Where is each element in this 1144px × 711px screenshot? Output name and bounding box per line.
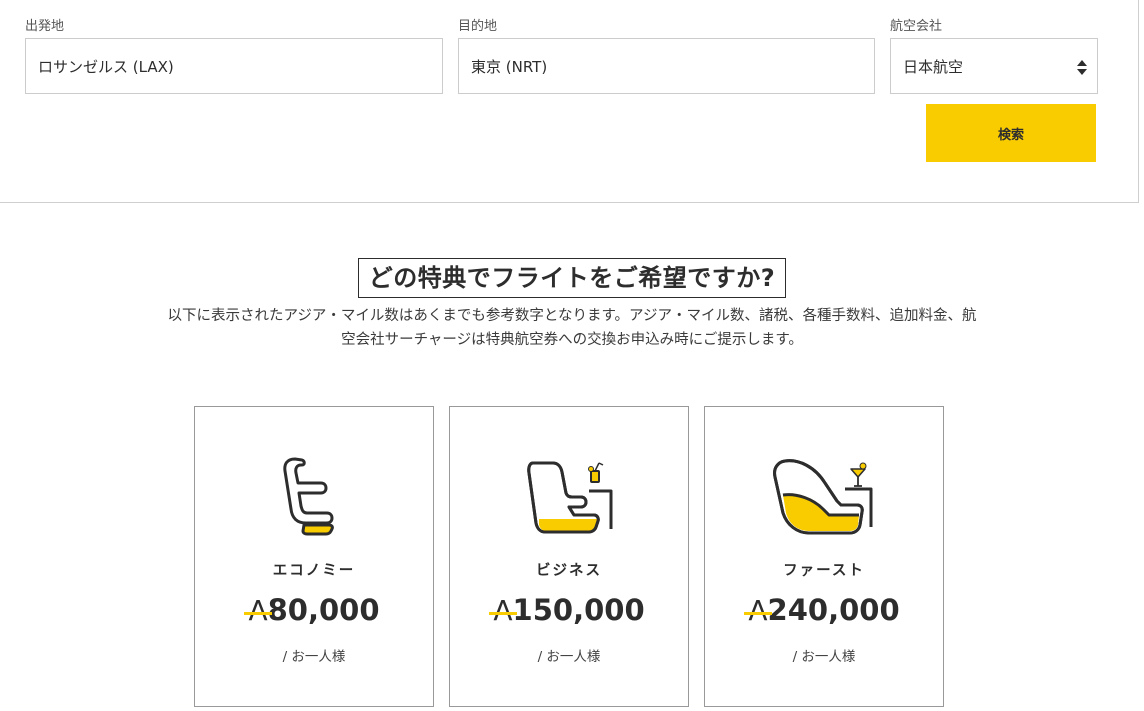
cabin-name: エコノミー xyxy=(272,563,356,579)
cabin-name: ビジネス xyxy=(536,563,602,579)
section-heading: どの特典でフライトをご希望ですか? xyxy=(357,258,787,298)
origin-input[interactable]: ロサンゼルス (LAX) xyxy=(25,38,443,94)
per-person-label: / お一人様 xyxy=(537,649,601,665)
mileage-value: 80,000 xyxy=(267,593,380,627)
search-button[interactable]: 検索 xyxy=(926,104,1096,162)
first-card[interactable]: ファースト A240,000 / お一人様 xyxy=(704,406,944,707)
destination-label: 目的地 xyxy=(458,19,498,34)
mileage-price: A80,000 xyxy=(195,593,433,627)
mileage-price: A240,000 xyxy=(705,593,943,627)
asia-miles-symbol: A xyxy=(744,594,772,627)
origin-value: ロサンゼルス (LAX) xyxy=(38,57,174,76)
economy-card[interactable]: エコノミー A80,000 / お一人様 xyxy=(194,406,434,707)
section-description: 以下に表示されたアジア・マイル数はあくまでも参考数字となります。アジア・マイル数… xyxy=(115,304,1029,352)
asia-miles-symbol: A xyxy=(244,594,272,627)
heading-wrap: どの特典でフライトをご希望ですか? xyxy=(0,258,1144,298)
description-line-2: 空会社サーチャージは特典航空券への交換お申込み時にご提示します。 xyxy=(341,332,803,348)
per-person-label: / お一人様 xyxy=(792,649,856,665)
destination-input[interactable]: 東京 (NRT) xyxy=(458,38,875,94)
description-line-1: 以下に表示されたアジア・マイル数はあくまでも参考数字となります。アジア・マイル数… xyxy=(167,308,977,324)
airline-value: 日本航空 xyxy=(903,57,964,76)
mileage-value: 240,000 xyxy=(767,593,900,627)
asia-miles-symbol: A xyxy=(489,594,517,627)
airline-select[interactable]: 日本航空 xyxy=(890,38,1098,94)
per-person-label: / お一人様 xyxy=(282,649,346,665)
business-card[interactable]: ビジネス A150,000 / お一人様 xyxy=(449,406,689,707)
airline-label: 航空会社 xyxy=(890,19,943,34)
economy-seat-icon xyxy=(283,457,334,536)
origin-label: 出発地 xyxy=(25,19,65,34)
destination-value: 東京 (NRT) xyxy=(471,57,548,76)
business-seat-icon xyxy=(527,461,613,534)
sort-arrows-icon xyxy=(1077,60,1087,75)
mileage-price: A150,000 xyxy=(450,593,688,627)
first-seat-icon xyxy=(773,459,873,535)
search-panel: 出発地 ロサンゼルス (LAX) 目的地 東京 (NRT) 航空会社 日本航空 … xyxy=(0,0,1139,203)
mileage-value: 150,000 xyxy=(512,593,645,627)
cabin-name: ファースト xyxy=(783,563,865,579)
